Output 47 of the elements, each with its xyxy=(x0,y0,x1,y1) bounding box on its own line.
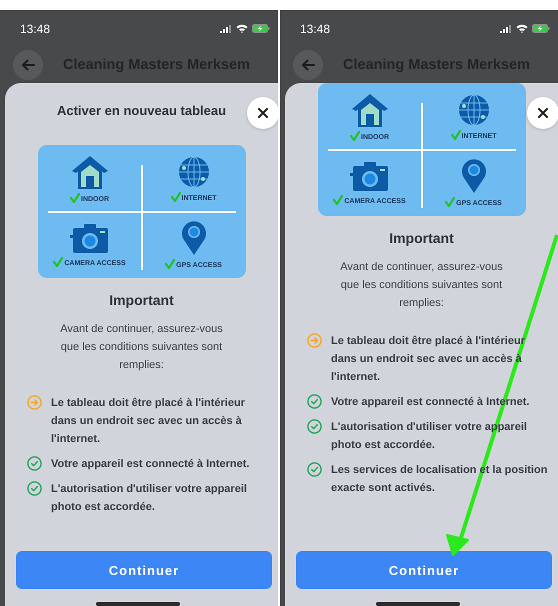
status-time: 13:48 xyxy=(300,22,330,36)
sheet-title: Activer en nouveau tableau xyxy=(56,103,226,118)
house-icon xyxy=(70,154,110,190)
continue-button[interactable]: Continuer xyxy=(16,551,272,589)
continue-button[interactable]: Continuer xyxy=(296,551,552,589)
signal-icon xyxy=(220,24,232,32)
close-button[interactable] xyxy=(527,97,558,129)
checkmark-icon xyxy=(450,130,460,140)
check-circle-icon xyxy=(27,481,42,496)
house-icon xyxy=(350,92,390,128)
location-pin-icon xyxy=(180,220,206,256)
section-heading: Important xyxy=(109,292,174,308)
intro-text: Avant de continuer, assurez-vous que les conditions suivantes sont remplies: xyxy=(59,322,224,373)
arrow-circle-icon xyxy=(307,333,322,348)
battery-icon xyxy=(252,24,270,33)
checkmark-icon xyxy=(70,192,80,203)
checkmark-icon xyxy=(333,195,344,206)
battery-icon xyxy=(532,24,550,33)
condition-text: Votre appareil est connecté à Internet. xyxy=(51,457,250,472)
checkmark-icon xyxy=(53,257,64,268)
close-icon xyxy=(258,108,268,118)
section-heading: Important xyxy=(389,230,454,246)
status-time: 13:48 xyxy=(20,22,50,36)
checkmark-icon xyxy=(170,192,180,202)
signal-icon xyxy=(500,24,512,32)
check-circle-icon xyxy=(27,456,42,471)
condition-text: Le tableau doit être placé à l'intérieur dans un endroit sec avec un accès à l'internet. xyxy=(51,396,246,447)
close-icon xyxy=(538,108,548,118)
camera-icon xyxy=(350,160,390,192)
check-circle-icon xyxy=(307,394,322,409)
wifi-icon xyxy=(236,24,248,33)
camera-icon xyxy=(70,222,110,254)
back-button[interactable] xyxy=(293,50,323,80)
check-circle-icon xyxy=(307,462,322,477)
back-arrow-icon xyxy=(301,59,315,71)
close-button[interactable] xyxy=(247,97,278,129)
intro-text: Avant de continuer, assurez-vous que les conditions suivantes sont remplies: xyxy=(339,260,504,311)
checkmark-icon xyxy=(165,259,176,270)
back-button[interactable] xyxy=(13,50,43,80)
wifi-icon xyxy=(516,24,528,33)
back-arrow-icon xyxy=(21,59,35,71)
condition-text: L'autorisation d'utiliser votre appareil photo est accordée. xyxy=(51,482,248,515)
location-pin-icon xyxy=(460,158,486,194)
checkmark-icon xyxy=(350,130,360,141)
checkmark-icon xyxy=(445,197,456,208)
arrow-circle-icon xyxy=(27,395,42,410)
check-circle-icon xyxy=(307,419,322,434)
